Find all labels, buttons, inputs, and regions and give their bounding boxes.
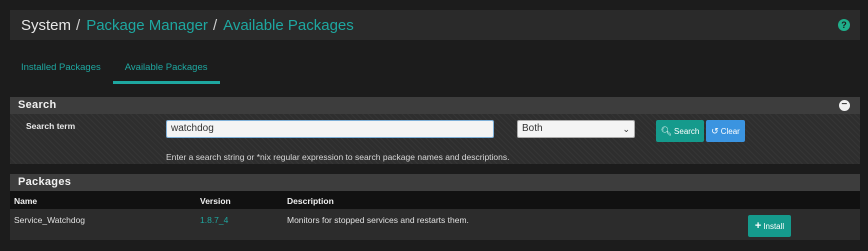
tab-available-packages[interactable]: Available Packages [112, 52, 220, 84]
breadcrumb-separator: / [212, 16, 218, 34]
column-header-name: Name [14, 196, 38, 206]
breadcrumb-available-packages-link[interactable]: Available Packages [223, 17, 354, 34]
collapse-icon[interactable]: − [839, 100, 850, 111]
undo-icon: ↺ [711, 125, 719, 136]
breadcrumb: System / Package Manager / Available Pac… [10, 10, 860, 40]
packages-panel-heading: Packages [10, 174, 860, 191]
help-icon[interactable]: ? [838, 19, 850, 31]
install-button-label: Install [763, 221, 785, 231]
table-row: Service_Watchdog 1.8.7_4 Monitors for st… [10, 209, 860, 240]
tab-bar: Installed Packages Available Packages [10, 52, 220, 84]
search-panel-body: Search term watchdog Both ⌄ 🔍︎ Search ↺ … [10, 114, 860, 164]
breadcrumb-package-manager-link[interactable]: Package Manager [86, 17, 208, 34]
search-icon: 🔍︎ [660, 125, 673, 136]
column-header-description: Description [287, 196, 334, 206]
clear-button-label: Clear [720, 126, 740, 136]
package-version-link[interactable]: 1.8.7_4 [200, 215, 228, 225]
search-scope-select[interactable]: Both ⌄ [517, 120, 635, 138]
search-panel-heading: Search − [10, 97, 860, 114]
install-button[interactable]: + Install [748, 215, 791, 237]
search-panel-title: Search [18, 99, 57, 111]
breadcrumb-system: System [21, 16, 72, 34]
packages-panel-title: Packages [18, 176, 72, 188]
package-description: Monitors for stopped services and restar… [287, 215, 469, 225]
clear-button[interactable]: ↺ Clear [706, 120, 745, 142]
search-button[interactable]: 🔍︎ Search [656, 120, 704, 142]
search-term-label: Search term [26, 121, 76, 131]
search-input[interactable]: watchdog [166, 120, 494, 138]
package-name: Service_Watchdog [14, 215, 86, 225]
breadcrumb-separator: / [76, 16, 81, 34]
column-header-version: Version [200, 196, 231, 206]
search-button-label: Search [674, 126, 700, 136]
table-header: Name Version Description [10, 191, 860, 209]
search-help-text: Enter a search string or *nix regular ex… [166, 152, 510, 162]
chevron-down-icon: ⌄ [622, 124, 630, 134]
plus-icon: + [754, 220, 762, 232]
tab-installed-packages[interactable]: Installed Packages [10, 52, 113, 84]
search-scope-value: Both [522, 123, 543, 134]
